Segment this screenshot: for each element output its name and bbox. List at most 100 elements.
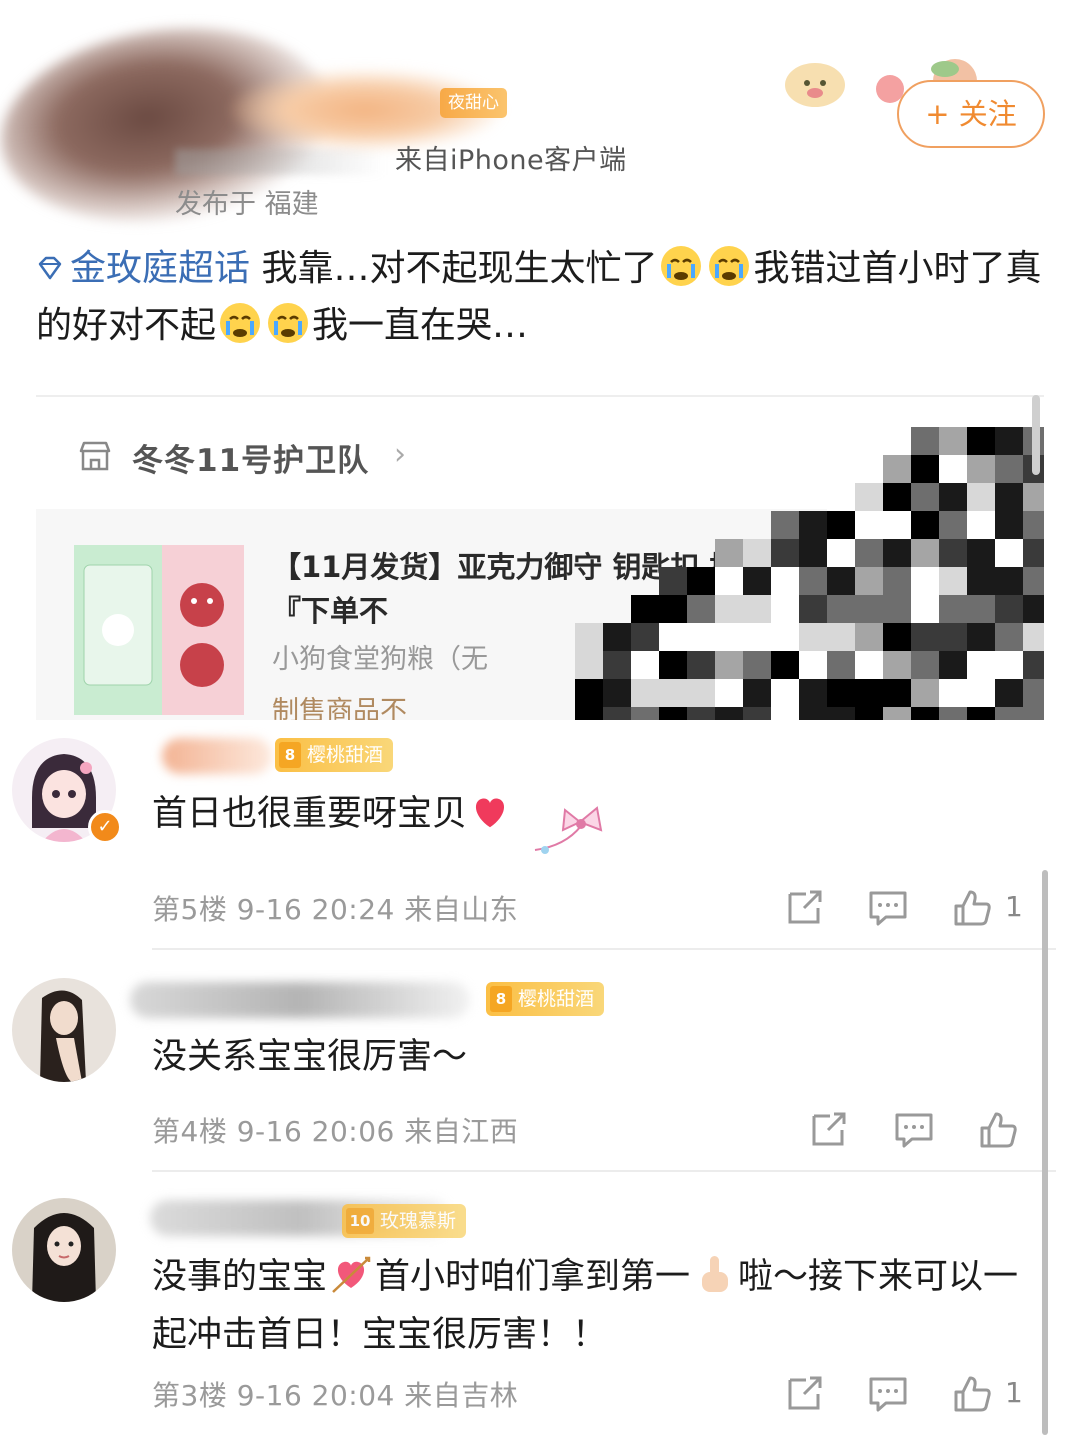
mosaic-cell	[911, 455, 939, 483]
mosaic-cell	[911, 595, 939, 623]
ribbon-sticker	[534, 806, 603, 854]
repost-icon[interactable]	[782, 1372, 826, 1416]
mosaic-cell	[799, 707, 827, 720]
mosaic-cell	[939, 651, 967, 679]
mosaic-cell	[995, 595, 1023, 623]
mosaic-cell	[995, 455, 1023, 483]
shop-card[interactable]: 冬冬11号护卫队 › 【11月发货】亚克力御守 钥匙扣 提前确认收货』『下单不 …	[36, 395, 1044, 720]
comment-floor: 第5楼	[152, 893, 228, 926]
mosaic-cell	[967, 623, 995, 651]
repost-icon[interactable]	[806, 1108, 850, 1152]
mosaic-cell	[827, 651, 855, 679]
comment-text: 首日也很重要呀宝贝	[152, 785, 513, 843]
mosaic-cell	[603, 623, 631, 651]
mosaic-cell	[995, 483, 1023, 511]
mosaic-cell	[1023, 679, 1044, 707]
like-icon[interactable]	[950, 1372, 994, 1416]
mosaic-cell	[967, 651, 995, 679]
mosaic-cell	[631, 679, 659, 707]
mosaic-cell	[911, 623, 939, 651]
mosaic-cell	[631, 623, 659, 651]
mosaic-cell	[939, 623, 967, 651]
comment-location: 来自山东	[404, 893, 519, 926]
divider	[152, 948, 1056, 950]
pointing-up-emoji-icon	[702, 1256, 729, 1292]
mosaic-cell	[827, 483, 855, 511]
mosaic-cell	[715, 623, 743, 651]
mosaic-cell	[771, 623, 799, 651]
commenter-avatar[interactable]	[12, 1198, 116, 1302]
scrollbar[interactable]	[1042, 870, 1048, 1435]
mosaic-cell	[855, 623, 883, 651]
comment-location: 来自吉林	[404, 1379, 519, 1412]
mosaic-cell	[939, 707, 967, 720]
mosaic-cell	[911, 679, 939, 707]
mosaic-cell	[799, 651, 827, 679]
mosaic-cell	[883, 511, 911, 539]
mosaic-cell	[995, 567, 1023, 595]
mosaic-cell	[715, 595, 743, 623]
comment-icon[interactable]	[866, 886, 910, 930]
post-client: 来自iPhone客户端	[395, 145, 627, 176]
scrollbar-thumb[interactable]	[1032, 395, 1040, 475]
mosaic-cell	[715, 651, 743, 679]
mosaic-cell	[687, 623, 715, 651]
mosaic-cell	[967, 539, 995, 567]
mosaic-cell	[603, 651, 631, 679]
crying-emoji-icon	[709, 246, 750, 286]
mosaic-cell	[743, 707, 771, 720]
repost-icon[interactable]	[782, 886, 826, 930]
heart-emoji-icon	[475, 798, 505, 828]
like-icon[interactable]	[950, 886, 994, 930]
mosaic-cell	[1023, 567, 1044, 595]
mosaic-cell	[771, 651, 799, 679]
mosaic-cell	[939, 595, 967, 623]
mosaic-cell	[687, 679, 715, 707]
comment-location: 来自江西	[404, 1115, 519, 1148]
mosaic-cell	[715, 567, 743, 595]
crying-emoji-icon	[268, 303, 309, 343]
mosaic-cell	[743, 679, 771, 707]
mosaic-cell	[911, 539, 939, 567]
mosaic-cell	[967, 483, 995, 511]
mosaic-cell	[855, 679, 883, 707]
like-icon[interactable]	[976, 1108, 1020, 1152]
post-text: 金玫庭超话 我靠…对不起现生太忙了 我错过首小时了真的好对不起 我一直在哭…	[36, 240, 1046, 354]
topic-link[interactable]: 金玫庭超话	[36, 248, 250, 289]
mosaic-cell	[967, 511, 995, 539]
mosaic-cell	[771, 511, 799, 539]
fan-level: 8	[279, 742, 301, 768]
comment-meta: 第3楼 9-16 20:04 来自吉林	[152, 1374, 518, 1414]
product-subtitle: 小狗食堂狗粮（无	[272, 644, 488, 675]
mosaic-cell	[743, 623, 771, 651]
mosaic-cell	[799, 595, 827, 623]
follow-button[interactable]: + 关注	[897, 80, 1045, 148]
mosaic-cell	[967, 679, 995, 707]
mosaic-cell	[995, 679, 1023, 707]
mosaic-cell	[967, 567, 995, 595]
comment-floor: 第3楼	[152, 1379, 228, 1412]
like-count: 1	[1005, 890, 1023, 923]
post-location: 发布于 福建	[175, 189, 319, 220]
commenter-avatar[interactable]	[12, 978, 116, 1082]
post-meta: 来自iPhone客户端	[175, 138, 627, 177]
mosaic-cell	[771, 707, 799, 720]
comment-icon[interactable]	[866, 1372, 910, 1416]
mosaic-cell	[715, 679, 743, 707]
mosaic-cell	[603, 679, 631, 707]
mosaic-cell	[855, 595, 883, 623]
product-image	[74, 545, 244, 715]
redacted-username-blur	[162, 738, 272, 774]
mosaic-cell	[687, 567, 715, 595]
comment-icon[interactable]	[892, 1108, 936, 1152]
mosaic-cell	[855, 707, 883, 720]
post-text-part1: 我靠…对不起现生太忙了	[250, 248, 658, 289]
topic-label: 金玫庭超话	[70, 248, 251, 289]
comment-text-main: 首日也很重要呀宝贝	[152, 794, 468, 834]
mosaic-cell	[883, 539, 911, 567]
mosaic-cell	[995, 651, 1023, 679]
mosaic-cell	[1023, 511, 1044, 539]
mosaic-cell	[939, 679, 967, 707]
mosaic-cell	[743, 651, 771, 679]
comment-text-part1: 没事的宝宝	[152, 1257, 328, 1297]
